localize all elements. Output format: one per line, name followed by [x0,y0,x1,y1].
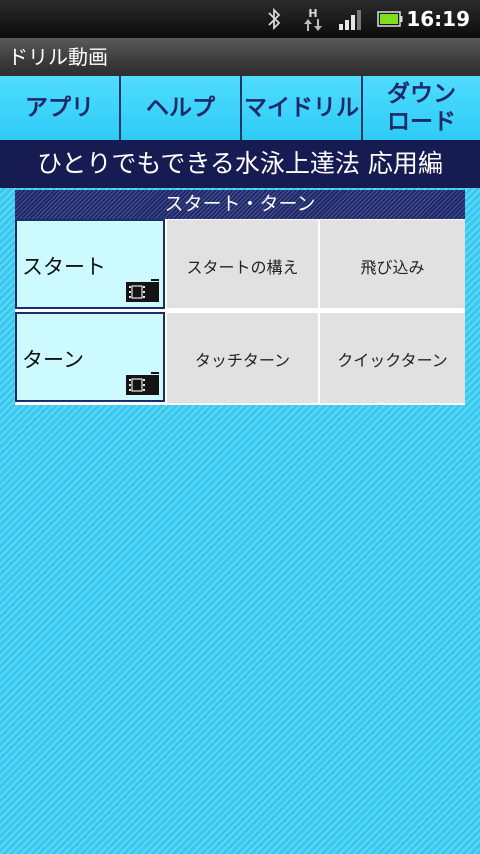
tab-my-drill-label: マイドリル [244,95,359,121]
drill-item-quick-turn[interactable]: クイックターン [320,313,465,403]
drill-item-dive-label: 飛び込み [360,258,425,277]
row-label-turn[interactable]: ターン [15,312,165,402]
tab-help-label: ヘルプ [146,95,215,121]
film-icon [126,372,159,395]
row-label-start-text: スタート [22,255,106,279]
tab-my-drill[interactable]: マイドリル [242,76,363,140]
data-arrows-icon: H [300,6,326,32]
section-header: スタート・ターン [15,190,465,219]
battery-icon [376,6,404,32]
tab-download[interactable]: ダウン ロード [363,76,480,140]
drill-item-start-stance[interactable]: スタートの構え [167,220,318,308]
tab-app-label: アプリ [25,95,94,121]
drill-item-touch-turn[interactable]: タッチターン [167,313,318,403]
app-title: ドリル動画 [8,45,108,69]
drill-item-quick-turn-label: クイックターン [337,351,448,370]
tab-help[interactable]: ヘルプ [121,76,242,140]
bluetooth-icon [262,6,286,32]
status-time: 16:19 [406,7,470,31]
status-bar: H 16:19 [0,0,480,38]
network-type-label: H [308,6,318,20]
drill-item-start-stance-label: スタートの構え [186,258,299,277]
drill-item-dive[interactable]: 飛び込み [320,220,465,308]
row-label-start[interactable]: スタート [15,219,165,309]
drill-grid: スタート スタートの構え 飛び込み ターン タッチターン クイックターン [15,219,465,405]
page-heading: ひとりでもできる水泳上達法 応用編 [0,140,480,188]
tab-app[interactable]: アプリ [0,76,121,140]
signal-icon [337,6,365,32]
drill-item-touch-turn-label: タッチターン [194,351,291,370]
film-icon [126,279,159,302]
tab-bar: アプリ ヘルプ マイドリル ダウン ロード [0,76,480,140]
app-title-bar: ドリル動画 [0,38,480,77]
tab-download-label-line2: ロード [387,109,456,135]
tab-download-label-line1: ダウン [387,81,456,107]
row-label-turn-text: ターン [22,348,84,372]
